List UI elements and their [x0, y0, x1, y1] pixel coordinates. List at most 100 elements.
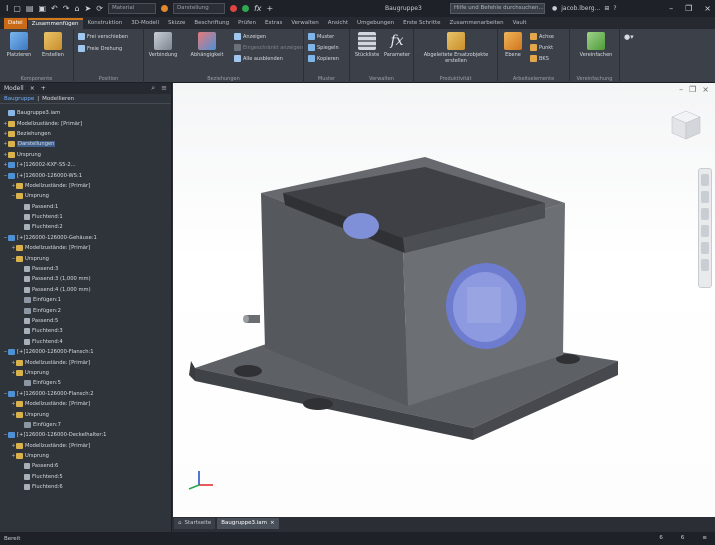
- browser-menu-icon[interactable]: ≡: [161, 83, 167, 94]
- browser-tree-item[interactable]: + Ursprung: [3, 451, 171, 461]
- home-icon[interactable]: ⌂: [74, 0, 79, 17]
- ebene-button[interactable]: Ebene: [500, 32, 526, 58]
- material-combo[interactable]: Material: [107, 3, 156, 14]
- tab-skizze[interactable]: Skizze: [164, 18, 189, 29]
- subtab-baugruppe[interactable]: Baugruppe: [4, 96, 34, 102]
- browser-tree-item[interactable]: Fluchtend:4: [3, 337, 171, 347]
- tab-vault[interactable]: Vault: [509, 18, 531, 29]
- minimize-icon[interactable]: –: [669, 0, 673, 17]
- browser-tree-item[interactable]: + Modellzustände: [Primär]: [3, 399, 171, 409]
- browser-close-icon[interactable]: ×: [30, 85, 35, 92]
- fx-icon[interactable]: fx: [254, 0, 262, 17]
- browser-tree-item[interactable]: Einfügen:2: [3, 305, 171, 315]
- browser-tree-item[interactable]: Fluchtend:2: [3, 222, 171, 232]
- ribbon-options[interactable]: ●▾: [624, 33, 634, 41]
- tab-datei[interactable]: Datei: [4, 18, 27, 29]
- stueckliste-button[interactable]: Stückliste: [352, 32, 382, 58]
- browser-tree-item[interactable]: − [+]126000-126000-Flansch:1: [3, 347, 171, 357]
- browser-tree-item[interactable]: Einfügen:7: [3, 420, 171, 430]
- tab-verwalten[interactable]: Verwalten: [287, 18, 322, 29]
- alle-ausblenden-button[interactable]: Alle ausblenden: [234, 55, 283, 62]
- browser-tree-item[interactable]: Passend:6: [3, 461, 171, 471]
- browser-tree-item[interactable]: − [+]126000-126000-WS:1: [3, 170, 171, 180]
- graphics-window[interactable]: – ❐ ×: [173, 83, 715, 517]
- browser-tree-item[interactable]: + [+]126002-KXF-S5-2...: [3, 160, 171, 170]
- bks-button[interactable]: BKS: [530, 55, 549, 62]
- browser-tree-item[interactable]: + Modellzustände: [Primär]: [3, 441, 171, 451]
- clear-appearance-icon[interactable]: [241, 5, 249, 12]
- open-folder-icon[interactable]: ▤: [26, 0, 34, 17]
- color-override-icon[interactable]: [229, 5, 237, 12]
- help-search-input[interactable]: Hilfe und Befehle durchsuchen...: [450, 3, 545, 14]
- tab-erste-schritte[interactable]: Erste Schritte: [399, 18, 444, 29]
- browser-tree-item[interactable]: − [+]126000-126000-Gehäuse:1: [3, 233, 171, 243]
- browser-tree-item[interactable]: + Ursprung: [3, 368, 171, 378]
- new-file-icon[interactable]: ▢: [13, 0, 21, 17]
- browser-tree-item[interactable]: + Ursprung: [3, 409, 171, 419]
- browser-tree-item[interactable]: Passend:1: [3, 202, 171, 212]
- pan-icon[interactable]: [701, 191, 709, 203]
- plus-icon[interactable]: +: [267, 0, 274, 17]
- browser-tree-item[interactable]: Fluchtend:3: [3, 326, 171, 336]
- zoom-icon[interactable]: [701, 208, 709, 220]
- app-menu-icon[interactable]: I: [6, 0, 8, 17]
- browser-tree-item[interactable]: + Ursprung: [3, 150, 171, 160]
- browser-tree-item[interactable]: + Modellzustände: [Primär]: [3, 118, 171, 128]
- browser-tree-item[interactable]: Passend:3 (1,000 mm): [3, 274, 171, 284]
- browser-tree-item[interactable]: + Modellzustände: [Primär]: [3, 243, 171, 253]
- save-icon[interactable]: ▣: [38, 0, 46, 17]
- punkt-button[interactable]: Punkt: [530, 44, 553, 51]
- 3d-model[interactable]: [173, 83, 715, 517]
- redo-icon[interactable]: ↷: [63, 0, 70, 17]
- abhaengigkeit-button[interactable]: Abhängigkeit: [184, 32, 230, 58]
- erstellen-button[interactable]: Erstellen: [38, 32, 68, 58]
- viewcube[interactable]: [669, 108, 703, 142]
- browser-tree-item[interactable]: Baugruppe3.iam: [3, 108, 171, 118]
- browser-tree-item[interactable]: Passend:4 (1,000 mm): [3, 285, 171, 295]
- browser-tree-item[interactable]: Passend:5: [3, 316, 171, 326]
- browser-tree-item[interactable]: Passend:3: [3, 264, 171, 274]
- select-icon[interactable]: ➤: [85, 0, 92, 17]
- browser-tree-item[interactable]: − [+]126000-126000-Flansch:2: [3, 389, 171, 399]
- tab-zusammenarbeiten[interactable]: Zusammenarbeiten: [446, 18, 508, 29]
- cart-icon[interactable]: ⊞: [604, 0, 609, 17]
- browser-tree-item[interactable]: Fluchtend:6: [3, 482, 171, 492]
- anzeigen-button[interactable]: Anzeigen: [234, 33, 266, 40]
- nav-settings-icon[interactable]: [701, 259, 709, 271]
- browser-tree-item[interactable]: − Ursprung: [3, 253, 171, 263]
- eingeschraenkt-button[interactable]: Eingeschränkt anzeigen: [234, 44, 303, 51]
- browser-search-icon[interactable]: ⌕: [151, 83, 155, 94]
- kopieren-button[interactable]: Kopieren: [308, 55, 339, 62]
- browser-tree-item[interactable]: − [+]126000-126000-Deckelhalter:1: [3, 430, 171, 440]
- doc-tab-startseite[interactable]: ⌂ Startseite: [174, 518, 216, 529]
- browser-tree-item[interactable]: Einfügen:5: [3, 378, 171, 388]
- browser-tree-item[interactable]: Fluchtend:5: [3, 472, 171, 482]
- frei-verschieben-button[interactable]: Frei verschieben: [78, 33, 128, 40]
- tab-ansicht[interactable]: Ansicht: [324, 18, 352, 29]
- abgeleitete-ersatzobjekte-button[interactable]: Abgeleitete Ersatzobjekte erstellen: [418, 32, 494, 64]
- update-icon[interactable]: ⟳: [96, 0, 103, 17]
- tab-zusammenfuegen[interactable]: Zusammenfügen: [27, 18, 83, 29]
- browser-tree-item[interactable]: + Modellzustände: [Primär]: [3, 181, 171, 191]
- tab-konstruktion[interactable]: Konstruktion: [84, 18, 127, 29]
- appearance-combo[interactable]: Darstellung: [172, 3, 225, 14]
- tab-extras[interactable]: Extras: [261, 18, 286, 29]
- browser-tree-item[interactable]: + Modellzustände: [Primär]: [3, 357, 171, 367]
- vereinfachen-button[interactable]: Vereinfachen: [578, 32, 614, 58]
- tab-beschriftung[interactable]: Beschriftung: [190, 18, 233, 29]
- doc-tab-close-icon[interactable]: ×: [270, 518, 275, 529]
- doc-tab-baugruppe3[interactable]: Baugruppe3.iam ×: [217, 518, 279, 529]
- achse-button[interactable]: Achse: [530, 33, 554, 40]
- browser-tree-item[interactable]: + Beziehungen: [3, 129, 171, 139]
- muster-button[interactable]: Muster: [308, 33, 334, 40]
- subtab-modellieren[interactable]: Modellieren: [42, 96, 74, 102]
- browser-tree-item[interactable]: Fluchtend:1: [3, 212, 171, 222]
- help-icon[interactable]: ?: [613, 0, 616, 17]
- browser-add-icon[interactable]: +: [41, 85, 46, 92]
- orbit-icon[interactable]: [701, 225, 709, 237]
- freie-drehung-button[interactable]: Freie Drehung: [78, 45, 122, 52]
- spiegeln-button[interactable]: Spiegeln: [308, 44, 339, 51]
- parameter-button[interactable]: fx Parameter: [382, 32, 412, 58]
- close-icon[interactable]: ×: [704, 0, 711, 17]
- browser-tree-item[interactable]: − Ursprung: [3, 191, 171, 201]
